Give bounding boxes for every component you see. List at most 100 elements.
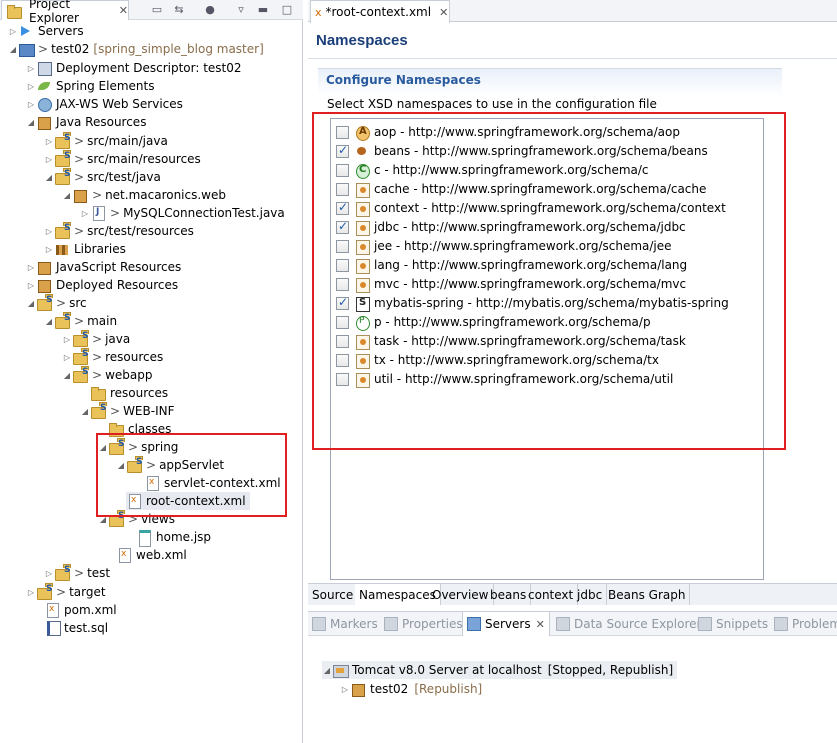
tree-item-java-resources[interactable]: ◢ Java Resources <box>26 113 146 131</box>
tab-context[interactable]: context <box>524 584 579 605</box>
tree-item-pom-xml[interactable]: pom.xml <box>44 601 117 619</box>
git-change-marker: > <box>74 152 85 166</box>
module-name: test02 <box>370 682 409 696</box>
tree-item-libraries[interactable]: ▷ Libraries <box>44 240 126 258</box>
filter-icon[interactable]: ● <box>203 3 217 17</box>
collapse-arrow-icon[interactable]: ◢ <box>44 173 54 182</box>
tab-servers[interactable]: Servers ✕ <box>462 612 550 636</box>
tree-item-mysql-connection-test[interactable]: ▷ > MySQLConnectionTest.java <box>80 204 285 222</box>
expand-arrow-icon[interactable]: ▷ <box>44 155 54 164</box>
tree-item-main[interactable]: ◢ > main <box>44 312 117 330</box>
collapse-arrow-icon[interactable]: ◢ <box>26 118 36 127</box>
tree-item-label: Spring Elements <box>56 79 155 93</box>
tree-item-label: pom.xml <box>64 603 117 617</box>
tree-item-deployed-resources[interactable]: ▷ Deployed Resources <box>26 276 178 294</box>
tree-item-spring-elements[interactable]: ▷ Spring Elements <box>26 77 155 95</box>
tree-item-web-xml[interactable]: web.xml <box>116 546 187 564</box>
tab-snippets[interactable]: Snippets <box>698 612 768 636</box>
tree-item-servers[interactable]: ▷ Servers <box>8 22 84 40</box>
expand-arrow-icon[interactable]: ▷ <box>26 263 36 272</box>
source-folder-icon <box>54 168 71 185</box>
git-change-marker: > <box>92 368 103 382</box>
expand-arrow-icon[interactable]: ▷ <box>26 100 36 109</box>
close-icon[interactable]: ✕ <box>119 4 128 17</box>
server-module-test02[interactable]: ▷ test02 [Republish] <box>340 680 482 698</box>
close-icon[interactable]: ✕ <box>439 6 448 19</box>
tree-item-src-main-resources[interactable]: ▷ > src/main/resources <box>44 150 201 168</box>
expand-arrow-icon[interactable]: ▷ <box>44 137 54 146</box>
tree-item-src-test-java[interactable]: ◢ > src/test/java <box>44 168 161 186</box>
maximize-icon[interactable]: □ <box>280 3 294 17</box>
editor-page-tabs: Source Namespaces Overview beans context… <box>308 583 837 605</box>
expand-arrow-icon[interactable]: ▷ <box>44 245 54 254</box>
tab-properties[interactable]: Properties <box>384 612 463 636</box>
expand-arrow-icon[interactable]: ▷ <box>62 353 72 362</box>
tree-item-webapp[interactable]: ◢ > webapp <box>62 366 152 384</box>
tree-item-src-test-resources[interactable]: ▷ > src/test/resources <box>44 222 194 240</box>
expand-arrow-icon[interactable]: ▷ <box>26 64 36 73</box>
tab-beans-graph[interactable]: Beans Graph <box>604 584 691 605</box>
tab-problems[interactable]: Problem <box>774 612 837 636</box>
tree-item-web-inf[interactable]: ◢ > WEB-INF <box>80 402 175 420</box>
project-explorer-tab[interactable]: Project Explorer ✕ <box>1 0 129 25</box>
tree-item-resources[interactable]: ▷ > resources <box>62 348 163 366</box>
tree-item-label: Libraries <box>74 242 126 256</box>
tree-item-test[interactable]: ▷ > test <box>44 564 110 582</box>
expand-arrow-icon[interactable]: ▷ <box>26 588 36 597</box>
tab-overview[interactable]: Overview <box>428 584 494 605</box>
source-folder-icon <box>54 222 71 239</box>
tree-item-src[interactable]: ◢ > src <box>26 294 87 312</box>
server-status: [Stopped, Republish] <box>547 663 674 677</box>
package-icon <box>72 187 88 203</box>
close-icon[interactable]: ✕ <box>536 618 545 631</box>
folder-icon <box>36 583 53 600</box>
expand-arrow-icon[interactable]: ▷ <box>80 209 90 218</box>
tab-source[interactable]: Source <box>308 584 359 605</box>
expand-arrow-icon[interactable]: ▷ <box>62 335 72 344</box>
highlight-box-namespaces <box>312 112 786 450</box>
collapse-all-icon[interactable]: ▭ <box>150 3 164 17</box>
tab-markers[interactable]: Markers <box>312 612 378 636</box>
collapse-arrow-icon[interactable]: ◢ <box>62 371 72 380</box>
tree-item-test02-project[interactable]: ◢ > test02 [spring_simple_blog master] <box>8 40 264 58</box>
expand-arrow-icon[interactable]: ▷ <box>26 82 36 91</box>
expand-arrow-icon[interactable]: ▷ <box>44 569 54 578</box>
java-file-icon <box>90 205 106 221</box>
collapse-arrow-icon[interactable]: ◢ <box>8 45 18 54</box>
view-menu-icon[interactable]: ▿ <box>234 3 248 17</box>
link-with-editor-icon[interactable]: ⇆ <box>172 3 186 17</box>
configure-namespaces-section-header: Configure Namespaces <box>318 68 782 96</box>
highlight-box-spring-folder <box>96 433 287 517</box>
tree-item-jax-ws[interactable]: ▷ JAX-WS Web Services <box>26 95 183 113</box>
section-title: Configure Namespaces <box>326 73 481 87</box>
collapse-arrow-icon[interactable]: ◢ <box>62 191 72 200</box>
minimize-icon[interactable]: ▬ <box>256 3 270 17</box>
expand-arrow-icon[interactable]: ▷ <box>8 27 18 36</box>
tab-jdbc[interactable]: jdbc <box>573 584 608 605</box>
tree-item-src-main-java[interactable]: ▷ > src/main/java <box>44 132 168 150</box>
tree-item-java[interactable]: ▷ > java <box>62 330 130 348</box>
tree-item-package[interactable]: ◢ > net.macaronics.web <box>62 186 226 204</box>
collapse-arrow-icon[interactable]: ◢ <box>322 666 332 675</box>
collapse-arrow-icon[interactable]: ◢ <box>26 299 36 308</box>
tree-item-deployment-descriptor[interactable]: ▷ Deployment Descriptor: test02 <box>26 59 242 77</box>
tab-label: Markers <box>330 617 378 631</box>
expand-arrow-icon[interactable]: ▷ <box>44 227 54 236</box>
project-explorer-panel: Project Explorer ✕ ▭ ⇆ ● ▿ ▬ □ ▷ Servers… <box>0 0 303 743</box>
tab-label: Problem <box>792 617 837 631</box>
expand-arrow-icon[interactable]: ▷ <box>26 281 36 290</box>
editor-tab-root-context[interactable]: x *root-context.xml ✕ <box>310 0 450 23</box>
tree-item-test-sql[interactable]: test.sql <box>44 619 108 637</box>
tab-data-source-explorer[interactable]: Data Source Explorer <box>556 612 701 636</box>
collapse-arrow-icon[interactable]: ◢ <box>80 407 90 416</box>
tree-item-home-jsp[interactable]: home.jsp <box>136 528 212 547</box>
tree-item-label: home.jsp <box>156 530 212 544</box>
tree-item-target[interactable]: ▷ > target <box>26 583 106 601</box>
collapse-arrow-icon[interactable]: ◢ <box>44 317 54 326</box>
section-description: Select XSD namespaces to use in the conf… <box>327 97 657 111</box>
servers-icon <box>467 617 481 631</box>
expand-arrow-icon[interactable]: ▷ <box>340 685 350 694</box>
server-row-tomcat[interactable]: ◢ Tomcat v8.0 Server at localhost [Stopp… <box>322 661 678 679</box>
tree-item-webapp-resources[interactable]: resources <box>80 384 168 402</box>
tree-item-javascript-resources[interactable]: ▷ JavaScript Resources <box>26 258 181 276</box>
